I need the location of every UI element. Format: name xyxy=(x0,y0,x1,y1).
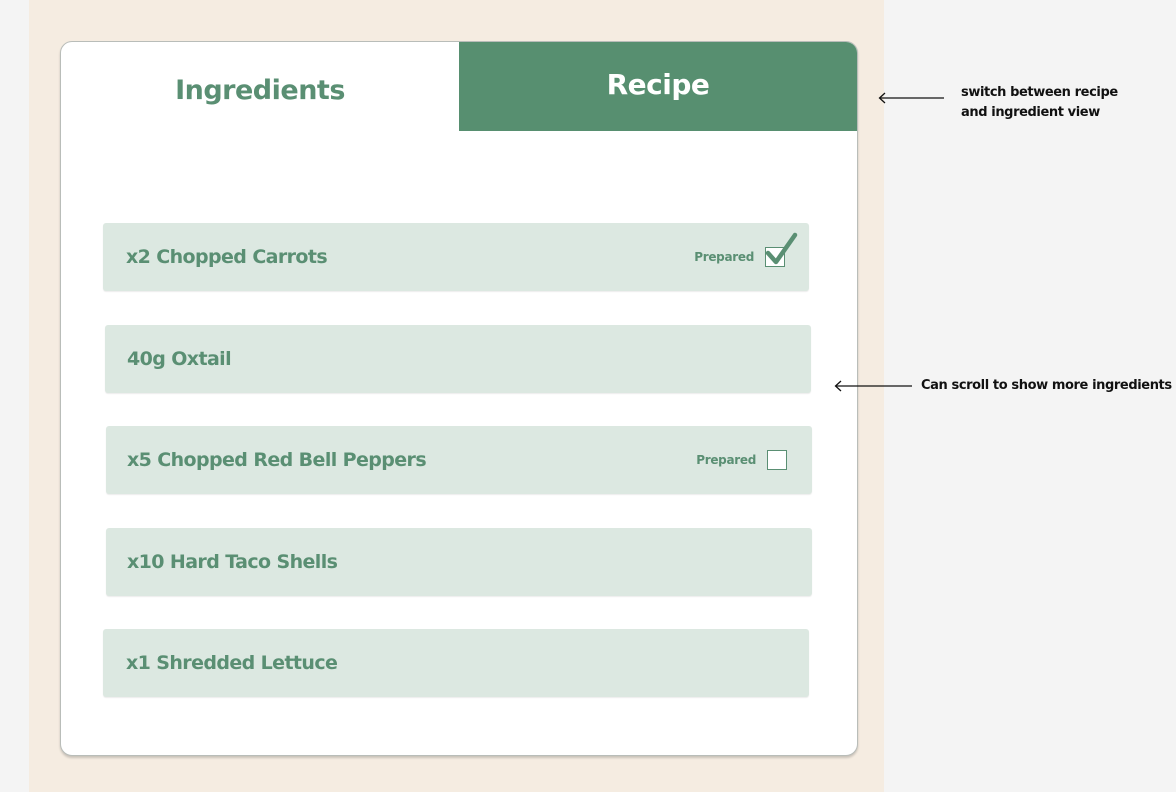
ingredients-card: Ingredients Recipe x2 Chopped Carrots Pr… xyxy=(60,41,858,756)
prepared-control: Prepared xyxy=(696,450,787,470)
ingredient-row: 40g Oxtail xyxy=(105,325,811,393)
tab-ingredients-label: Ingredients xyxy=(175,75,345,106)
arrow-left-icon xyxy=(834,380,912,392)
prepared-label: Prepared xyxy=(694,250,754,264)
ingredient-row: x10 Hard Taco Shells xyxy=(106,528,812,596)
ingredient-row: x2 Chopped Carrots Prepared xyxy=(103,223,809,291)
ingredient-label: 40g Oxtail xyxy=(127,348,232,370)
ingredient-label: x5 Chopped Red Bell Peppers xyxy=(127,449,427,471)
prepared-checkbox-checked[interactable] xyxy=(765,232,798,267)
arrow-left-icon xyxy=(878,92,944,104)
ingredient-row: x5 Chopped Red Bell Peppers Prepared xyxy=(106,426,812,494)
tab-ingredients[interactable]: Ingredients xyxy=(61,42,459,131)
prepared-control: Prepared xyxy=(694,232,798,267)
ingredient-label: x1 Shredded Lettuce xyxy=(126,652,338,674)
tab-annotation: switch between recipe and ingredient vie… xyxy=(961,83,1118,123)
ingredient-row: x1 Shredded Lettuce xyxy=(103,629,809,697)
scroll-annotation: Can scroll to show more ingredients xyxy=(921,378,1172,393)
prepared-checkbox[interactable] xyxy=(767,450,787,470)
ingredient-label: x10 Hard Taco Shells xyxy=(127,551,338,573)
prepared-label: Prepared xyxy=(696,453,756,467)
ingredient-label: x2 Chopped Carrots xyxy=(126,246,328,268)
tab-annotation-line1: switch between recipe xyxy=(961,85,1118,100)
tab-recipe-label: Recipe xyxy=(606,68,710,101)
tab-annotation-line2: and ingredient view xyxy=(961,105,1100,120)
checkmark-icon xyxy=(765,232,798,265)
tab-recipe[interactable]: Recipe xyxy=(459,42,857,131)
